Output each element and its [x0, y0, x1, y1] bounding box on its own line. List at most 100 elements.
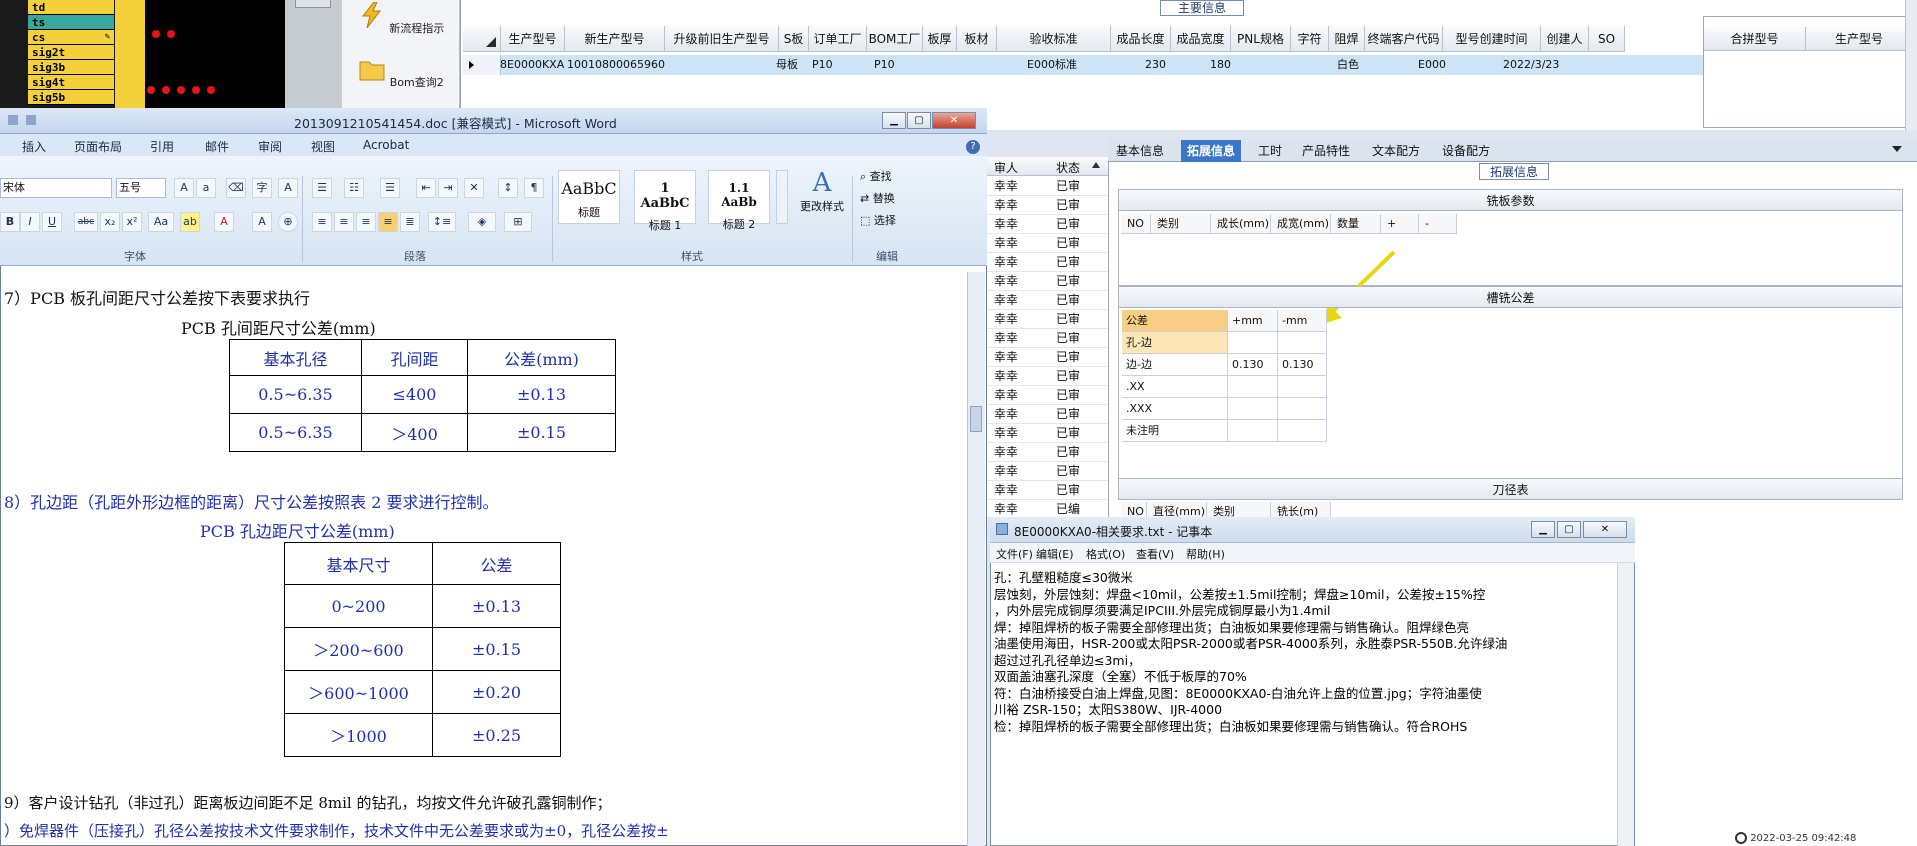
milling-col-header[interactable]: NO — [1121, 214, 1151, 234]
tab-basic-info[interactable]: 基本信息 — [1110, 140, 1170, 162]
close-button[interactable]: ✕ — [932, 112, 976, 129]
line-spacing-icon[interactable]: ↕≡ — [428, 212, 456, 232]
phonetic-icon[interactable]: 字 — [252, 178, 272, 198]
tolerance-minus-header[interactable]: -mm — [1278, 310, 1327, 332]
column-header[interactable]: SO — [1589, 26, 1625, 52]
column-header[interactable]: 订单工厂 — [809, 26, 867, 52]
new-flow-button[interactable]: 新流程指示 — [346, 1, 456, 36]
tab-references[interactable]: 引用 — [150, 138, 174, 155]
replace-button[interactable]: ⇄ 替换 — [860, 190, 895, 206]
decrease-indent-icon[interactable]: ⇤ — [416, 178, 436, 198]
tab-mailings[interactable]: 邮件 — [205, 138, 229, 155]
list-item[interactable]: sig4t — [28, 75, 114, 90]
select-button[interactable]: ⬚ 选择 — [860, 212, 896, 228]
tab-equipment-recipe[interactable]: 设备配方 — [1436, 140, 1496, 162]
menu-file[interactable]: 文件(F) — [996, 546, 1033, 562]
change-case-icon[interactable]: Aa — [148, 212, 174, 232]
add-row-button[interactable]: + — [1381, 214, 1419, 234]
tolerance-plus-cell[interactable] — [1228, 376, 1278, 398]
grow-font-icon[interactable]: A — [174, 178, 194, 198]
list-item[interactable]: ts — [28, 15, 114, 30]
numbering-icon[interactable]: ☷ — [344, 178, 364, 198]
menu-view[interactable]: 查看(V) — [1136, 546, 1174, 562]
column-header[interactable]: 新生产型号 — [565, 26, 665, 52]
maximize-button[interactable]: ▢ — [1557, 521, 1581, 538]
list-item[interactable]: td — [28, 0, 114, 15]
tab-review[interactable]: 审阅 — [258, 138, 282, 155]
table-row[interactable]: 幸幸 已审 — [986, 424, 1109, 443]
font-size-select[interactable]: 五号 — [116, 178, 166, 198]
cell-new-prod-model[interactable]: 10010800065960 — [567, 55, 667, 75]
tolerance-name-cell[interactable]: 未注明 — [1122, 420, 1228, 442]
tolerance-minus-cell[interactable] — [1278, 376, 1327, 398]
enclose-char-icon[interactable]: ⊕ — [278, 212, 298, 232]
merge-col-header[interactable]: 合拼型号 — [1704, 27, 1806, 51]
column-header[interactable]: 验收标准 — [997, 26, 1111, 52]
table-row[interactable]: 幸幸 已审 — [986, 177, 1109, 196]
cell-length[interactable]: 230 — [1145, 55, 1175, 75]
menu-format[interactable]: 格式(O) — [1086, 546, 1125, 562]
table-row[interactable]: 幸幸 已审 — [986, 386, 1109, 405]
cell-prod-model[interactable]: 8E0000KXA0 — [500, 55, 564, 75]
column-header[interactable]: PNL规格 — [1231, 26, 1291, 52]
change-styles-button[interactable]: A 更改样式 — [794, 168, 850, 214]
cell-created[interactable]: 2022/3/23 — [1503, 55, 1573, 75]
close-button[interactable]: ✕ — [1583, 521, 1627, 538]
list-item[interactable]: sig2t — [28, 45, 114, 60]
reviewer-header[interactable]: 审人 — [994, 159, 1018, 176]
column-header[interactable]: 阻焊 — [1329, 26, 1365, 52]
column-header[interactable]: 成品长度 — [1111, 26, 1171, 52]
list-item[interactable]: sig3b — [28, 60, 114, 75]
italic-icon[interactable]: I — [20, 212, 40, 232]
tolerance-name-cell[interactable]: 孔-边 — [1122, 332, 1228, 354]
style-heading-1[interactable]: 1 AaBbC 标题 1 — [634, 170, 696, 232]
align-center-icon[interactable]: ≡ — [334, 212, 354, 232]
list-item[interactable]: sig5b — [28, 90, 114, 105]
tab-work-hours[interactable]: 工时 — [1252, 140, 1288, 162]
table-row[interactable]: 幸幸 已审 — [986, 196, 1109, 215]
column-header[interactable]: 型号创建时间 — [1443, 26, 1541, 52]
milling-col-header[interactable]: 类别 — [1151, 214, 1211, 234]
column-header[interactable]: 字符 — [1291, 26, 1329, 52]
tolerance-minus-cell[interactable]: 0.130 — [1278, 354, 1327, 376]
column-header[interactable]: 升级前旧生产型号 — [665, 26, 779, 52]
clear-format-icon[interactable]: ⌫ — [226, 178, 246, 198]
tolerance-name-cell[interactable]: .XXX — [1122, 398, 1228, 420]
status-header[interactable]: 状态 — [1056, 159, 1080, 176]
printer-icon[interactable] — [295, 0, 331, 8]
table-row[interactable]: 幸幸 已审 — [986, 234, 1109, 253]
column-header[interactable]: BOM工厂 — [867, 26, 923, 52]
cell-end-customer[interactable]: E000 — [1418, 55, 1458, 75]
table-row[interactable]: 幸幸 已审 — [986, 405, 1109, 424]
milling-col-header[interactable]: 数量 — [1331, 214, 1381, 234]
quick-access-toolbar[interactable] — [8, 114, 68, 128]
help-icon[interactable]: ? — [966, 140, 980, 154]
merge-col-header[interactable]: 生产型号 — [1806, 27, 1912, 51]
justify-icon[interactable]: ≡ — [378, 212, 398, 232]
multilevel-list-icon[interactable]: ☰ — [380, 178, 400, 198]
borders-icon[interactable]: ⊞ — [504, 212, 532, 232]
cell-order-factory[interactable]: P10 — [812, 55, 852, 75]
table-row[interactable]: 幸幸 已审 — [986, 462, 1109, 481]
tab-product-features[interactable]: 产品特性 — [1296, 140, 1356, 162]
cell-acceptance[interactable]: E000标准 — [1027, 55, 1087, 75]
tolerance-name-cell[interactable]: .XX — [1122, 376, 1228, 398]
tab-ext-info[interactable]: 拓展信息 — [1181, 140, 1242, 162]
cell-width[interactable]: 180 — [1210, 55, 1240, 75]
row-indicator[interactable] — [463, 55, 501, 75]
tolerance-plus-header[interactable]: +mm — [1228, 310, 1278, 332]
tolerance-minus-cell[interactable] — [1278, 332, 1327, 354]
bold-icon[interactable]: B — [0, 212, 20, 232]
table-row[interactable]: 幸幸 已审 — [986, 348, 1109, 367]
align-right-icon[interactable]: ≡ — [356, 212, 376, 232]
strikethrough-icon[interactable]: abc — [74, 212, 98, 232]
column-header[interactable]: S板 — [779, 26, 809, 52]
table-row[interactable]: 幸幸 已审 — [986, 329, 1109, 348]
show-marks-icon[interactable]: ¶ — [524, 178, 544, 198]
superscript-icon[interactable]: x² — [122, 212, 142, 232]
cell-char[interactable]: 白色 — [1337, 55, 1367, 75]
table-row[interactable]: 幸幸 已审 — [986, 272, 1109, 291]
list-item[interactable]: cs ✎ — [28, 30, 114, 45]
table-row[interactable]: 幸幸 已审 — [986, 443, 1109, 462]
cell-bom-factory[interactable]: P10 — [874, 55, 914, 75]
